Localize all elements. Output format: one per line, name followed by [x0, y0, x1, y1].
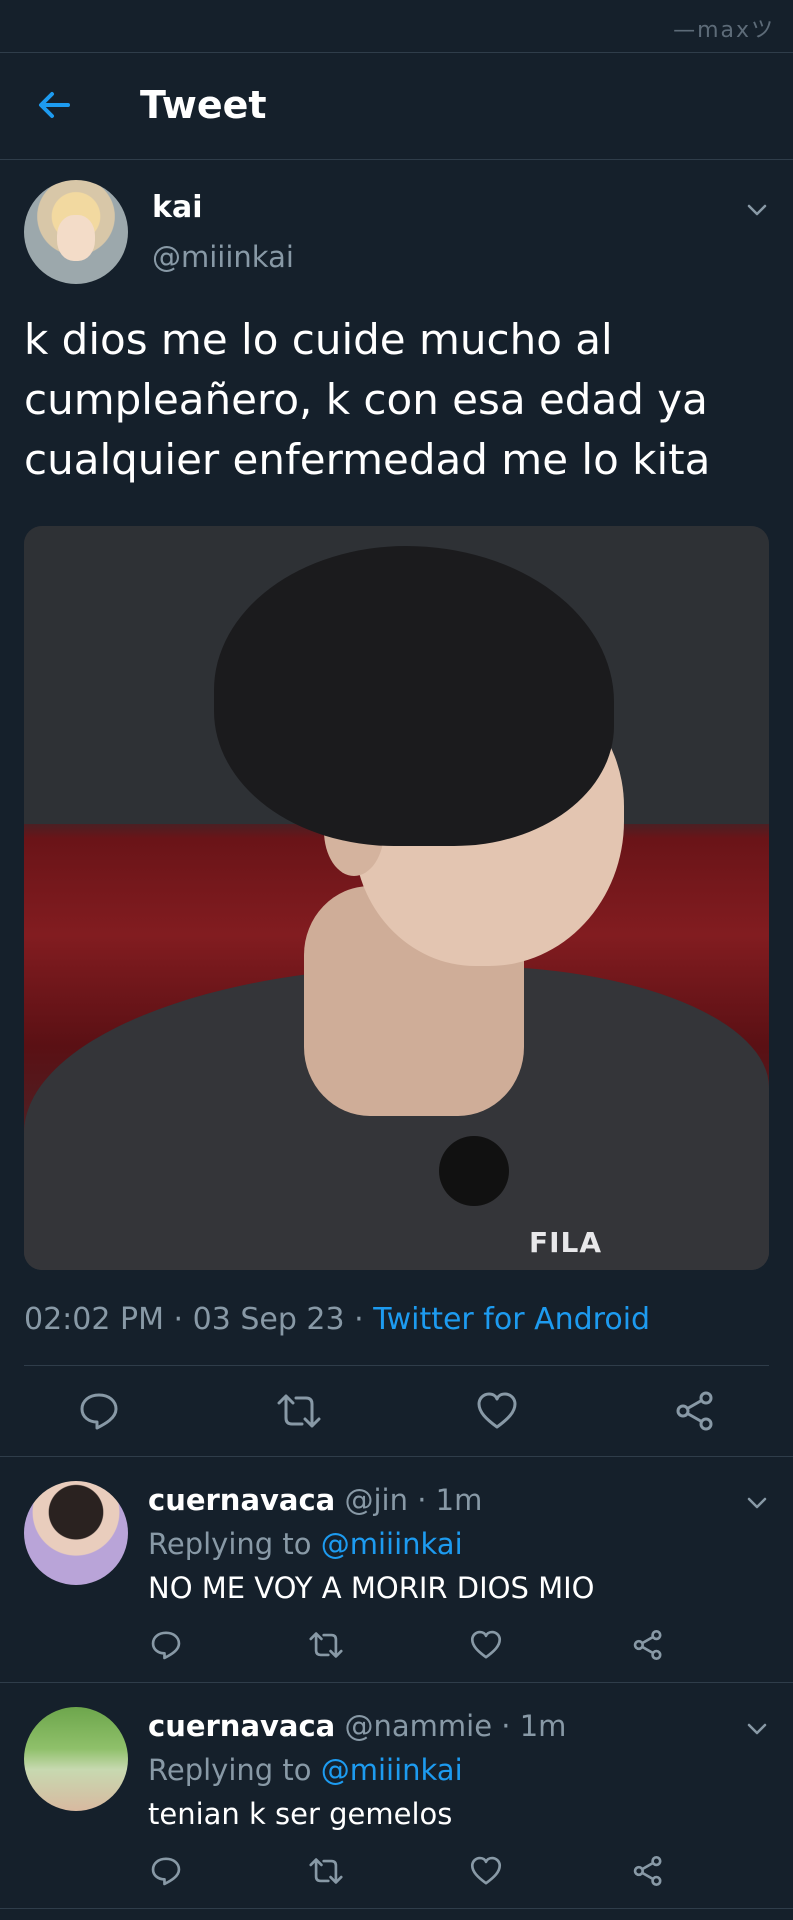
retweet-icon[interactable]	[308, 1629, 344, 1665]
avatar[interactable]	[24, 180, 128, 284]
like-icon[interactable]	[476, 1390, 518, 1436]
chevron-down-icon[interactable]	[745, 1491, 769, 1515]
reply-author-handle[interactable]: @nammie	[344, 1709, 492, 1743]
shirt-logo: FILA	[529, 1226, 603, 1259]
avatar[interactable]	[24, 1481, 128, 1585]
retweet-icon[interactable]	[276, 1390, 322, 1436]
reply-text: NO ME VOY A MORIR DIOS MIO	[148, 1571, 595, 1605]
reply-icon[interactable]	[78, 1390, 120, 1436]
replying-to-label: Replying to	[148, 1753, 312, 1787]
reply-time: 1m	[519, 1709, 567, 1743]
replying-to-handle[interactable]: @miiinkai	[321, 1527, 463, 1561]
tweet-text: k dios me lo cuide mucho al cumpleañero,…	[24, 315, 711, 484]
retweet-icon[interactable]	[308, 1855, 344, 1891]
replying-to-label: Replying to	[148, 1527, 312, 1561]
author-name[interactable]: kai	[152, 190, 202, 225]
reply-header: cuernavaca @nammie · 1m	[148, 1709, 566, 1743]
reply-tweet[interactable]: cuernavaca @jin · 1m Replying to @miiink…	[0, 1457, 793, 1682]
like-icon[interactable]	[470, 1855, 502, 1891]
reply-time: 1m	[435, 1483, 483, 1517]
author-handle[interactable]: @miiinkai	[152, 240, 294, 274]
meta-separator: ·	[173, 1302, 184, 1337]
replying-to-line: Replying to @miiinkai	[148, 1753, 463, 1787]
share-icon[interactable]	[632, 1855, 664, 1891]
top-bar: Tweet	[0, 52, 793, 160]
tweet-photo[interactable]: FILA	[24, 526, 769, 1270]
divider	[0, 1908, 793, 1909]
divider	[24, 1365, 769, 1366]
chevron-down-icon[interactable]	[745, 1717, 769, 1741]
replying-to-handle[interactable]: @miiinkai	[321, 1753, 463, 1787]
reply-icon[interactable]	[150, 1855, 182, 1891]
like-icon[interactable]	[470, 1629, 502, 1665]
tweet-date: 03 Sep 23	[192, 1302, 345, 1337]
reply-text: tenian k ser gemelos	[148, 1797, 453, 1831]
watermark: —maxツ	[673, 18, 775, 43]
chevron-down-icon[interactable]	[745, 198, 769, 222]
page-title: Tweet	[140, 83, 267, 127]
meta-separator: ·	[354, 1302, 364, 1337]
replying-to-line: Replying to @miiinkai	[148, 1527, 463, 1561]
tweet-source-link[interactable]: Twitter for Android	[373, 1302, 650, 1337]
reply-author-name[interactable]: cuernavaca	[148, 1709, 335, 1743]
meta-separator: ·	[417, 1483, 427, 1517]
share-icon[interactable]	[674, 1390, 716, 1436]
share-icon[interactable]	[632, 1629, 664, 1665]
reply-author-handle[interactable]: @jin	[344, 1483, 408, 1517]
reply-tweet[interactable]: cuernavaca @nammie · 1m Replying to @mii…	[0, 1683, 793, 1908]
reply-header: cuernavaca @jin · 1m	[148, 1483, 482, 1517]
reply-author-name[interactable]: cuernavaca	[148, 1483, 335, 1517]
meta-separator: ·	[501, 1709, 511, 1743]
back-arrow-icon[interactable]	[30, 81, 78, 129]
tweet-time: 02:02 PM	[24, 1302, 164, 1337]
avatar[interactable]	[24, 1707, 128, 1811]
tweet-meta: 02:02 PM · 03 Sep 23 · Twitter for Andro…	[24, 1302, 650, 1337]
reply-icon[interactable]	[150, 1629, 182, 1665]
